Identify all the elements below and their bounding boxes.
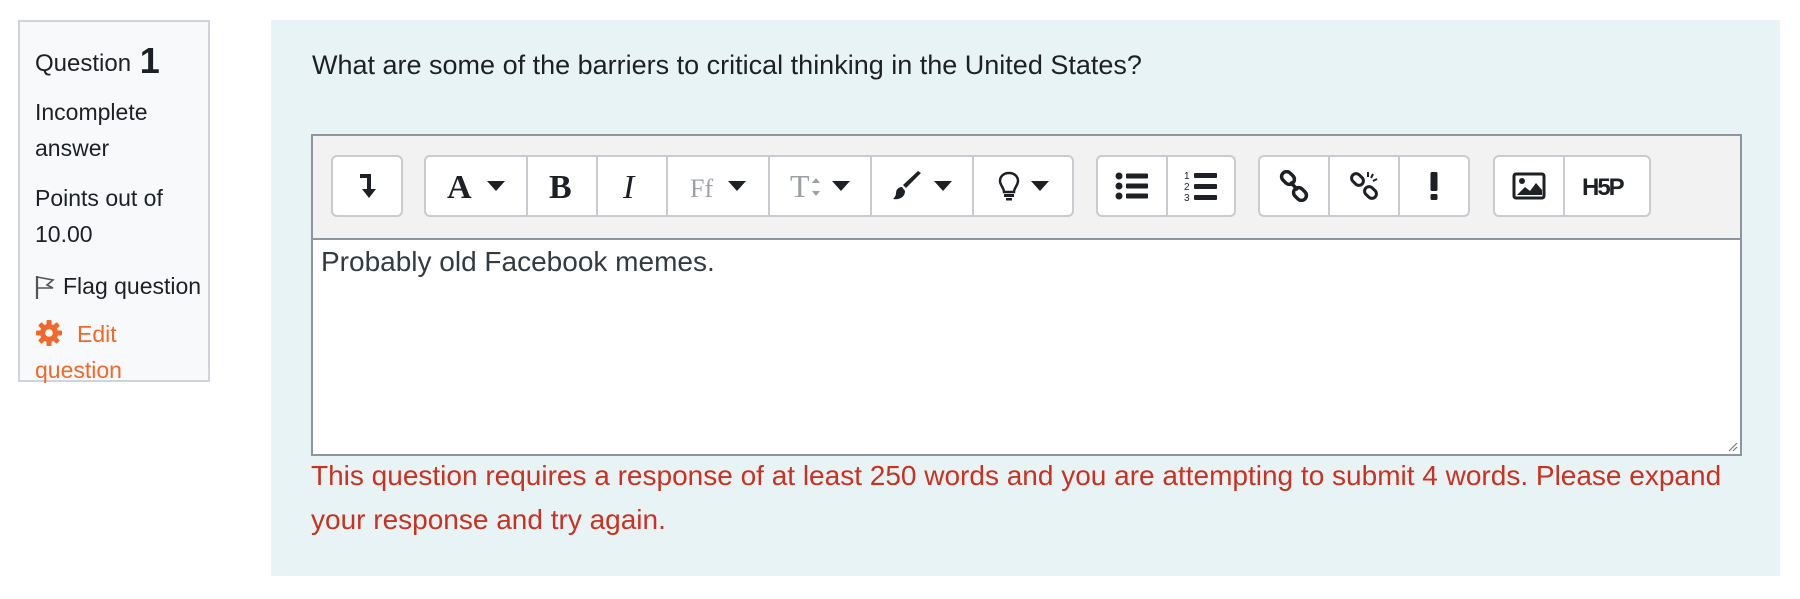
lightbulb-icon [998,171,1020,201]
svg-text:1: 1 [1184,171,1190,182]
h5p-icon: H5P [1582,174,1627,200]
ordered-list-button[interactable]: 1 2 3 [1168,157,1234,215]
font-color-icon: A [447,171,472,201]
bold-button[interactable]: B [528,157,598,215]
text-editor: A B I Ff T 1 2 3 H5P Probably old Facebo… [311,134,1742,456]
question-label: Question [35,50,132,77]
question-number-value: 1 [139,40,160,81]
question-grade: Points out of 10.00 [35,185,163,247]
unlink-button[interactable] [1330,157,1400,215]
bullet-list-icon [1115,172,1148,200]
image-icon [1512,172,1546,200]
bold-icon: B [549,170,572,202]
h5p-button[interactable]: H5P [1565,157,1649,215]
toggle-toolbar-button[interactable] [333,157,401,215]
gear-icon [36,320,62,346]
svg-text:T: T [790,169,810,203]
question-content: What are some of the barriers to critica… [271,20,1780,576]
exclamation-icon [1430,172,1438,200]
editor-toolbar: A B I Ff T 1 2 3 H5P [313,136,1740,240]
svg-text:A: A [447,171,472,201]
toolbar-group-style: A B I Ff T [424,155,1074,217]
svg-text:H5P: H5P [1582,174,1625,200]
font-family-icon: Ff [690,174,713,201]
toolbar-group-collapse [331,155,403,217]
toolbar-group-media: H5P [1493,155,1651,217]
flag-question-link[interactable]: Flag question [35,268,201,304]
highlight-button[interactable] [872,157,974,215]
question-state: Incomplete answer [35,99,148,161]
image-button[interactable] [1495,157,1565,215]
svg-text:3: 3 [1184,193,1190,202]
link-icon [1279,170,1309,202]
unordered-list-button[interactable] [1098,157,1168,215]
svg-text:2: 2 [1184,182,1190,193]
unlink-icon [1350,172,1378,200]
svg-text:Ff: Ff [690,174,713,201]
question-number: Question 1 [35,40,160,82]
validation-error: This question requires a response of at … [311,460,1722,535]
font-size-button[interactable]: T [770,157,872,215]
question-info-panel: Question 1 Incomplete answer Points out … [18,20,210,383]
arrow-down-icon [360,174,376,198]
svg-text:B: B [549,170,572,202]
italic-icon: I [622,170,636,202]
italic-button[interactable]: I [598,157,668,215]
font-color-button[interactable]: A [426,157,528,215]
numbered-list-icon: 1 2 3 [1184,171,1217,202]
flag-icon [35,276,55,299]
edit-question-link[interactable]: Edit question [35,316,205,388]
toolbar-group-links [1258,155,1470,217]
accessibility-checker-button[interactable] [1400,157,1468,215]
question-text: What are some of the barriers to critica… [312,50,1142,80]
resize-handle-icon[interactable] [1726,440,1738,452]
styles-button[interactable] [974,157,1072,215]
response-textarea[interactable]: Probably old Facebook memes. [321,246,715,278]
font-size-icon: T [790,169,820,203]
paintbrush-icon [893,171,921,200]
flag-question-label: Flag question [63,273,202,299]
svg-text:I: I [622,170,636,202]
toolbar-group-list: 1 2 3 [1096,155,1236,217]
font-family-button[interactable]: Ff [668,157,770,215]
link-button[interactable] [1260,157,1330,215]
